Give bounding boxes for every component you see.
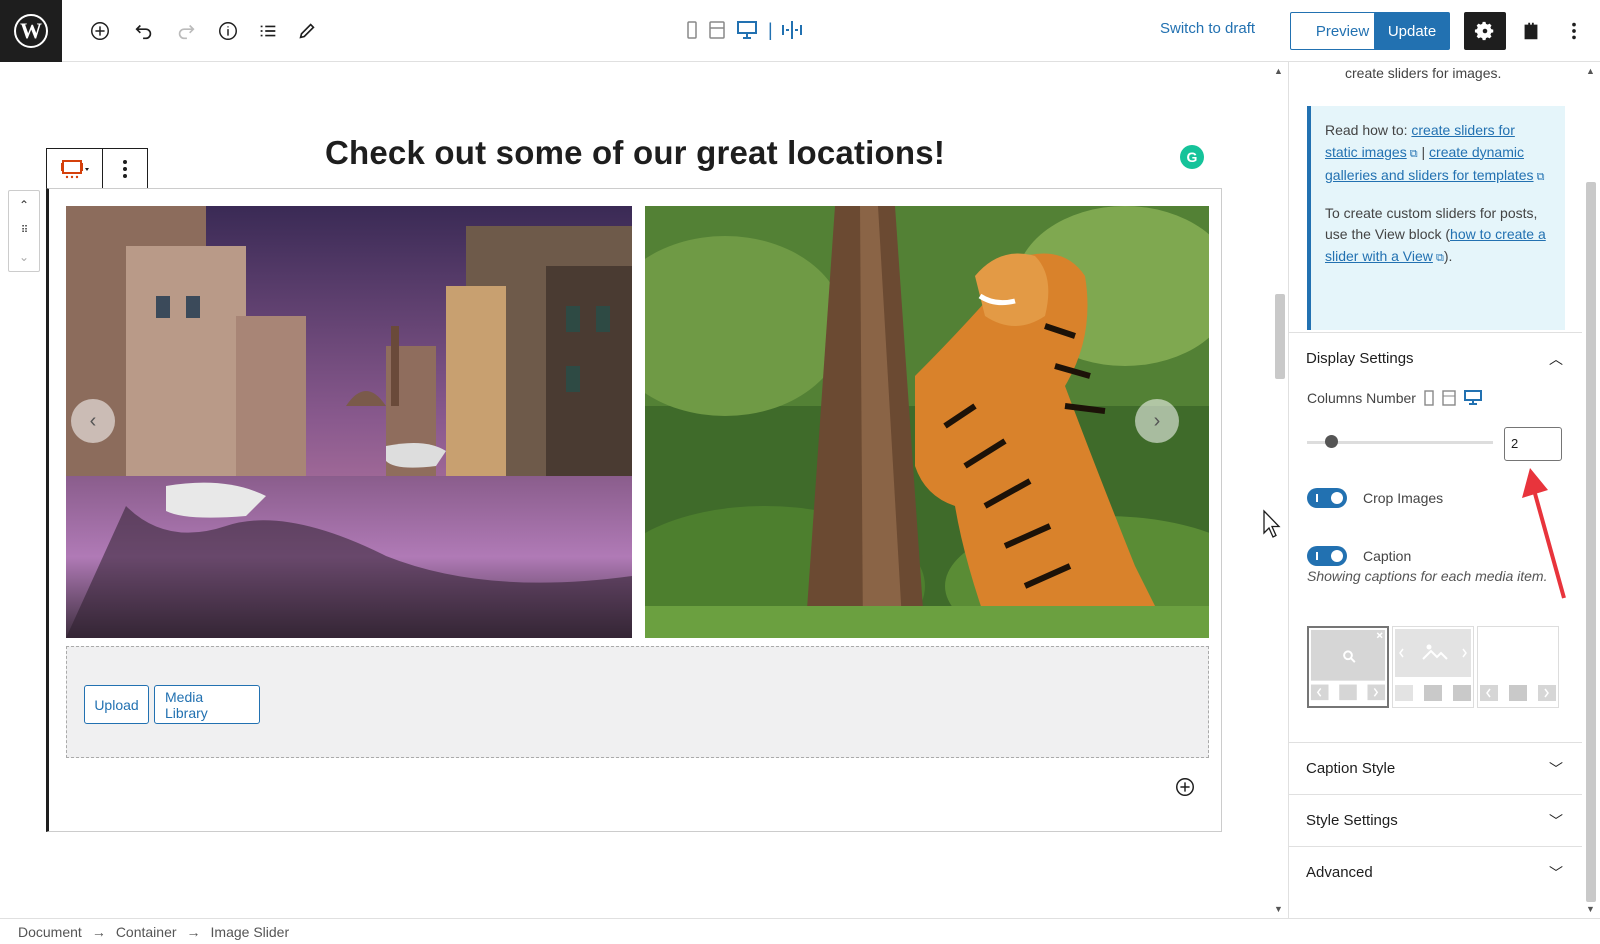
tablet-icon[interactable] [1442,390,1456,406]
info-icon[interactable] [214,17,242,45]
sidebar-description: create sliders for images. [1345,65,1502,81]
slider-next-arrow[interactable]: › [1135,399,1179,443]
tablet-preview-icon[interactable] [708,18,726,42]
columns-number-label: Columns Number [1307,390,1482,406]
editor-top-toolbar: W | Switch to draft Preview Update [0,0,1600,62]
advanced-panel-toggle[interactable]: Advanced ﹀ [1289,846,1582,898]
caption-toggle[interactable] [1307,546,1347,566]
help-notice: Read how to: create sliders for static i… [1307,106,1565,330]
editor-scrollbar-thumb[interactable] [1275,294,1285,379]
columns-number-input[interactable]: 2 [1504,427,1562,461]
move-up-icon[interactable]: ⌃ [19,198,29,212]
chevron-up-icon: ︿ [1549,351,1563,367]
editor-scrollbar[interactable]: ▲ ▼ [1270,62,1288,918]
breadcrumb-image-slider[interactable]: Image Slider [211,924,290,940]
external-link-icon: ⧉ [1432,251,1444,264]
editor-canvas: ⌃ ⠿ ⌄ Check out some of our great locati… [0,62,1270,918]
redo-icon[interactable] [172,17,200,45]
display-settings-panel-toggle[interactable]: Display Settings ︿ [1289,332,1582,384]
slide-image-venice [66,206,632,638]
breadcrumb-container[interactable]: Container [116,924,177,940]
panel-title: Advanced [1306,864,1373,881]
chevron-down-icon: ﹀ [1549,761,1563,777]
layout-option-thumbnails[interactable] [1477,626,1559,708]
panel-title: Display Settings [1306,350,1414,367]
panel-title: Caption Style [1306,760,1396,777]
panel-title: Style Settings [1306,812,1398,829]
desktop-icon[interactable] [1463,390,1482,406]
columns-label-text: Columns Number [1307,390,1416,406]
columns-range-handle[interactable] [1325,435,1338,448]
mouse-cursor-icon [1262,509,1282,544]
block-breadcrumb: Document → Container → Image Slider [0,918,1600,944]
block-mover: ⌃ ⠿ ⌄ [8,190,40,272]
caption-label: Caption [1363,548,1412,564]
style-settings-panel-toggle[interactable]: Style Settings ﹀ [1289,794,1582,846]
plugin-icon[interactable] [1517,17,1545,45]
mobile-preview-icon[interactable] [686,18,698,42]
block-toolbar [46,148,148,190]
chevron-down-icon: ﹀ [1549,813,1563,829]
notice-suffix: ). [1443,247,1453,264]
layout-option-carousel[interactable] [1392,626,1474,708]
undo-icon[interactable] [130,17,158,45]
crop-images-label: Crop Images [1363,490,1444,506]
upload-button[interactable]: Upload [84,685,149,724]
media-library-button[interactable]: Media Library [154,685,260,724]
edit-icon[interactable] [293,17,321,45]
crop-images-toggle[interactable] [1307,488,1347,508]
section-heading[interactable]: Check out some of our great locations! [260,134,1010,172]
image-slider-block[interactable]: ‹ › Upload Media Library [46,188,1222,832]
list-view-icon[interactable] [254,17,282,45]
grammarly-icon[interactable]: G [1180,145,1204,169]
switch-to-draft-link[interactable]: Switch to draft [1160,20,1255,37]
sidebar-scrollbar-thumb[interactable] [1586,182,1596,902]
add-block-inline-icon[interactable] [1174,776,1196,798]
mobile-icon[interactable] [1424,390,1434,406]
slider-prev-arrow[interactable]: ‹ [71,399,115,443]
chevron-down-icon: ﹀ [1549,865,1563,881]
divider: | [768,19,773,40]
layout-option-lightbox[interactable] [1307,626,1389,708]
update-button[interactable]: Update [1374,12,1450,50]
settings-gear-icon[interactable] [1464,12,1506,50]
move-down-icon[interactable]: ⌄ [19,250,29,264]
breadcrumb-arrow-icon: → [91,923,106,940]
caption-style-panel-toggle[interactable]: Caption Style ﹀ [1289,742,1582,794]
block-type-switcher[interactable] [47,149,103,189]
breadcrumb-document[interactable]: Document [18,924,82,940]
wordpress-logo[interactable]: W [0,0,62,62]
spacing-icon[interactable] [780,18,804,42]
image-slider-icon [60,160,89,179]
more-options-icon[interactable] [1560,17,1588,45]
add-block-icon[interactable] [86,17,114,45]
drag-handle-icon[interactable]: ⠿ [21,225,28,236]
external-link-icon: ⧉ [1533,171,1545,183]
breadcrumb-arrow-icon: → [186,923,201,940]
sidebar-scrollbar[interactable]: ▲ ▼ [1582,62,1600,918]
media-upload-area: Upload Media Library [66,646,1209,758]
desktop-preview-icon[interactable] [736,18,758,42]
annotation-arrow [1522,468,1566,599]
notice-separator: | [1417,143,1430,160]
slide-image-tiger [645,206,1209,638]
notice-prefix: Read how to: [1325,122,1412,138]
external-link-icon: ⧉ [1406,147,1418,160]
block-options-icon[interactable] [103,149,147,189]
